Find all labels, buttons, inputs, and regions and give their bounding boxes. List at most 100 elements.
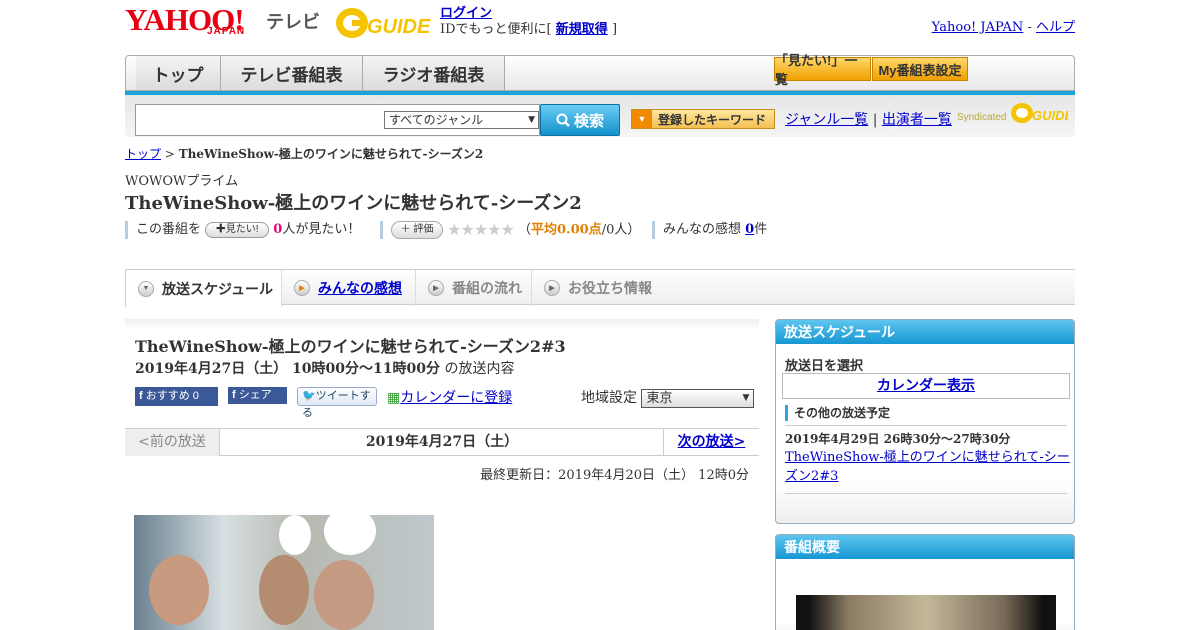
comments-suffix: 件	[754, 222, 768, 237]
syndicated-gguide-logo: GUIDE	[1011, 103, 1068, 123]
rate-button-label: 評価	[413, 224, 434, 235]
page-title: TheWineShow-極上のワインに魅せられて-シーズン2	[125, 193, 582, 214]
avg-open: （	[518, 222, 532, 238]
gguide-logo[interactable]: GUIDE	[335, 6, 433, 40]
login-area: ログイン IDでもっと便利に[ 新規取得 ]	[440, 6, 617, 38]
nav-tab-tv-listings[interactable]: テレビ番組表	[221, 56, 363, 90]
facebook-share-label: シェア	[238, 389, 272, 401]
calendar-icon: ▦	[387, 390, 401, 406]
rate-button[interactable]: ＋ 評価	[391, 221, 443, 239]
tab-flow[interactable]: ▶ 番組の流れ	[415, 270, 532, 306]
facebook-icon: f	[232, 389, 236, 401]
facebook-share-button[interactable]: f シェア	[228, 387, 287, 404]
overview-thumbnail	[796, 595, 1056, 630]
tab-comments-label: みんなの感想	[318, 280, 402, 296]
tweet-button[interactable]: 🐦ツイートする	[297, 387, 377, 419]
next-broadcast-link[interactable]: 次の放送>	[663, 429, 759, 456]
schedule-panel: 放送スケジュール 放送日を選択 カレンダー表示 その他の放送予定 2019年4月…	[775, 319, 1075, 524]
mitai-button[interactable]: ✚見たい!	[205, 221, 270, 238]
gguide-logo-text: GUIDE	[367, 16, 431, 38]
chevron-down-icon: ▼	[632, 110, 652, 128]
signup-link[interactable]: 新規取得	[556, 22, 608, 37]
tab-flow-label: 番組の流れ	[452, 280, 522, 296]
program-tabs: ▼ 放送スケジュール ▶ みんなの感想 ▶ 番組の流れ ▶ お役立ち情報	[125, 269, 1075, 307]
chevron-right-icon: ▶	[544, 280, 560, 296]
saved-keywords-label: 登録したキーワード	[658, 112, 767, 127]
breadcrumb-sep: >	[164, 147, 175, 161]
genre-select[interactable]: すべてのジャンル	[384, 111, 539, 129]
search-links-sep: |	[872, 112, 878, 128]
facebook-recommend-count: 0	[192, 390, 199, 402]
plus-icon: ＋	[400, 224, 411, 235]
tab-schedule-label: 放送スケジュール	[162, 280, 274, 297]
channel-name: WOWOWプライム	[125, 174, 239, 189]
facebook-icon: f	[139, 390, 143, 402]
divider	[785, 493, 1067, 494]
mitai-suffix: 人が見たい！	[282, 222, 361, 237]
chevron-right-icon: ▶	[294, 280, 310, 296]
comments-section: みんなの感想 0件	[652, 221, 767, 239]
chevron-right-icon: ▶	[428, 280, 444, 296]
schedule-panel-title: 放送スケジュール	[776, 320, 1074, 344]
search-links: ジャンル一覧 | 出演者一覧	[785, 109, 952, 129]
other-broadcasts-heading: その他の放送予定	[785, 405, 890, 421]
syndicated-label: Syndicated	[957, 112, 1007, 123]
region-label: 地域設定	[581, 390, 637, 406]
saved-keywords-button[interactable]: ▼ 登録したキーワード	[631, 109, 775, 129]
divider	[785, 425, 1067, 426]
episode-date: 2019年4月27日（土） 10時00分～11時00分 の放送内容	[135, 358, 514, 378]
region-setting: 地域設定 東京	[581, 387, 755, 408]
login-message-post: ]	[611, 22, 618, 37]
avg-close: /0人）	[601, 222, 641, 238]
main-nav: トップ テレビ番組表 ラジオ番組表 「見たい!」一覧 My番組表設定	[125, 53, 1075, 91]
prev-broadcast-button[interactable]: <前の放送	[125, 429, 220, 456]
episode-header: TheWineShow-極上のワインに魅せられて-シーズン2#3 2019年4月…	[125, 319, 759, 429]
mitai-section: この番組を ✚見たい! 0人が見たい！	[125, 221, 360, 239]
mitai-list-button[interactable]: 「見たい!」一覧	[774, 53, 871, 87]
my-bangumi-settings-button[interactable]: My番組表設定	[872, 57, 968, 81]
comments-count-link[interactable]: 0	[745, 222, 754, 237]
overview-panel-title: 番組概要	[776, 535, 1074, 559]
episode-title: TheWineShow-極上のワインに魅せられて-シーズン2#3	[135, 337, 566, 356]
tab-useful-info[interactable]: ▶ お役立ち情報	[532, 270, 672, 306]
login-link[interactable]: ログイン	[440, 6, 492, 21]
calendar-add[interactable]: ▦カレンダーに登録	[387, 387, 512, 407]
facebook-recommend-button[interactable]: f おすすめ 0	[135, 387, 218, 406]
service-name: テレビ	[266, 12, 320, 32]
yahoo-logo-sub: JAPAN	[207, 26, 246, 37]
genre-list-link[interactable]: ジャンル一覧	[785, 112, 868, 128]
other-broadcast-date: 2019年4月29日 26時30分～27時30分	[785, 432, 1011, 446]
overview-panel: 番組概要	[775, 534, 1075, 630]
nav-tab-radio-listings[interactable]: ラジオ番組表	[363, 56, 505, 90]
search-button-label: 検索	[573, 112, 604, 130]
rating-section: ＋ 評価 ★★★★★ （平均0.00点/0人）	[380, 221, 640, 239]
breadcrumb-current: TheWineShow-極上のワインに魅せられて-シーズン2	[178, 147, 484, 161]
facebook-recommend-label: おすすめ	[145, 390, 190, 402]
episode-datetime: 2019年4月27日（土） 10時00分～11時00分	[135, 361, 440, 377]
calendar-add-link[interactable]: カレンダーに登録	[400, 390, 512, 406]
search-icon	[556, 113, 570, 127]
help-link[interactable]: ヘルプ	[1036, 20, 1075, 35]
performer-list-link[interactable]: 出演者一覧	[882, 112, 952, 128]
login-message-pre: IDでもっと便利に[	[440, 22, 552, 37]
breadcrumb-top-link[interactable]: トップ	[125, 147, 161, 161]
calendar-show-button[interactable]: カレンダー表示	[782, 373, 1070, 399]
select-date-label: 放送日を選択	[785, 359, 864, 374]
chevron-down-icon: ▼	[138, 280, 154, 297]
header-links: Yahoo! JAPAN - ヘルプ	[932, 16, 1075, 35]
tab-useful-info-label: お役立ち情報	[568, 280, 652, 296]
nav-tab-top[interactable]: トップ	[136, 56, 221, 90]
region-select[interactable]: 東京	[641, 388, 755, 408]
episode-photo	[134, 515, 434, 630]
yahoo-japan-link[interactable]: Yahoo! JAPAN	[932, 20, 1024, 35]
header-link-sep: -	[1027, 20, 1032, 35]
rating-stars: ★★★★★	[447, 220, 515, 239]
search-button[interactable]: 検索	[540, 104, 620, 136]
svg-text:GUIDE: GUIDE	[1032, 108, 1068, 123]
mitai-count: 0	[273, 222, 283, 237]
other-broadcast-link[interactable]: TheWineShow-極上のワインに魅せられて-シーズン2#3	[785, 448, 1070, 486]
comments-label: みんなの感想	[663, 222, 742, 237]
breadcrumb: トップ > TheWineShow-極上のワインに魅せられて-シーズン2	[125, 145, 483, 162]
tab-schedule[interactable]: ▼ 放送スケジュール	[125, 269, 282, 307]
avg-score: 平均0.00点	[531, 222, 602, 238]
